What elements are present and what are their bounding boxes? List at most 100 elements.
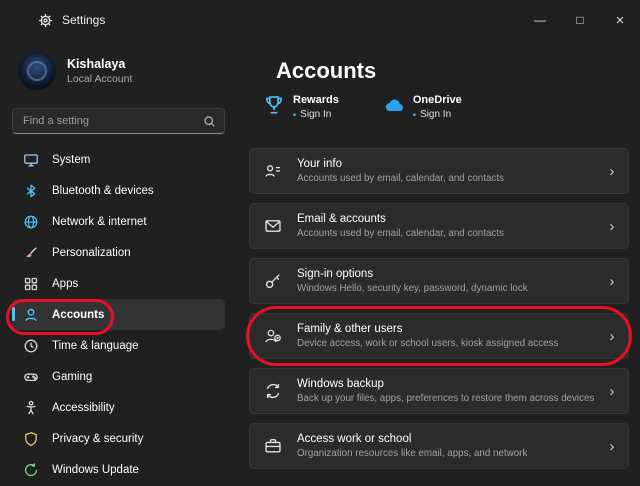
brush-icon	[23, 245, 39, 261]
sidebar-item-gaming[interactable]: Gaming	[12, 361, 225, 392]
sidebar-item-label: Apps	[52, 278, 78, 290]
sidebar-item-label: Personalization	[52, 247, 131, 259]
key-icon	[264, 272, 282, 290]
row-text: Windows backup Back up your files, apps,…	[297, 378, 594, 404]
row-title: Email & accounts	[297, 213, 504, 225]
row-subtitle: Windows Hello, security key, password, d…	[297, 283, 528, 294]
sidebar-item-label: Bluetooth & devices	[52, 185, 154, 197]
sidebar-item-personalization[interactable]: Personalization	[12, 237, 225, 268]
globe-icon	[23, 214, 39, 230]
settings-window: Settings — □ × Kishalaya Local Account	[0, 0, 640, 486]
sidebar-item-time-language[interactable]: Time & language	[12, 330, 225, 361]
onedrive-text: OneDrive • Sign In	[413, 94, 462, 120]
row-title: Access work or school	[297, 433, 527, 445]
titlebar: Settings — □ ×	[0, 0, 640, 40]
chevron-right-icon: ›	[609, 329, 614, 344]
row-subtitle: Device access, work or school users, kio…	[297, 338, 558, 349]
chevron-right-icon: ›	[609, 219, 614, 234]
onedrive-label: OneDrive	[413, 94, 462, 106]
chevron-right-icon: ›	[609, 384, 614, 399]
row-subtitle: Organization resources like email, apps,…	[297, 448, 527, 459]
search-icon	[203, 115, 216, 128]
row-text: Your info Accounts used by email, calend…	[297, 158, 504, 184]
chevron-right-icon: ›	[609, 164, 614, 179]
sidebar-item-network-internet[interactable]: Network & internet	[12, 206, 225, 237]
window-body: Kishalaya Local Account	[0, 40, 640, 486]
row-text: Sign-in options Windows Hello, security …	[297, 268, 528, 294]
sidebar-item-label: System	[52, 154, 90, 166]
account-header[interactable]: Kishalaya Local Account	[18, 52, 225, 90]
bullet-icon: •	[413, 110, 416, 120]
gamepad-icon	[23, 369, 39, 385]
sidebar-item-label: Time & language	[52, 340, 139, 352]
row-title: Sign-in options	[297, 268, 528, 280]
rewards-promo[interactable]: Rewards • Sign In	[263, 94, 339, 120]
briefcase-icon	[264, 437, 282, 455]
rewards-signin[interactable]: • Sign In	[293, 109, 339, 120]
bluetooth-icon	[23, 183, 39, 199]
settings-row-email-accounts[interactable]: Email & accounts Accounts used by email,…	[249, 203, 629, 249]
person-icon	[23, 307, 39, 323]
sidebar-item-label: Gaming	[52, 371, 92, 383]
minimize-button[interactable]: —	[520, 0, 560, 40]
sidebar-item-label: Accessibility	[52, 402, 115, 414]
row-text: Access work or school Organization resou…	[297, 433, 527, 459]
sync-arrows-icon	[264, 382, 282, 400]
promo-row: Rewards • Sign In OneDrive	[263, 94, 629, 120]
bullet-icon: •	[293, 110, 296, 120]
accessibility-icon	[23, 400, 39, 416]
row-title: Windows backup	[297, 378, 594, 390]
page-title: Accounts	[276, 58, 629, 84]
row-text: Email & accounts Accounts used by email,…	[297, 213, 504, 239]
sidebar-item-label: Windows Update	[52, 464, 139, 476]
shield-icon	[23, 431, 39, 447]
sidebar-item-privacy-security[interactable]: Privacy & security	[12, 423, 225, 454]
settings-row-signin-options[interactable]: Sign-in options Windows Hello, security …	[249, 258, 629, 304]
sidebar-item-apps[interactable]: Apps	[12, 268, 225, 299]
rewards-label: Rewards	[293, 94, 339, 106]
sidebar-item-label: Privacy & security	[52, 433, 143, 445]
gear-icon	[38, 13, 53, 28]
search-box	[12, 108, 225, 134]
chevron-right-icon: ›	[609, 274, 614, 289]
row-title: Your info	[297, 158, 504, 170]
contact-card-icon	[264, 162, 282, 180]
settings-row-access-work-school[interactable]: Access work or school Organization resou…	[249, 423, 629, 469]
signin-link[interactable]: Sign In	[420, 109, 451, 120]
sidebar-item-label: Accounts	[52, 309, 104, 321]
sidebar-item-accessibility[interactable]: Accessibility	[12, 392, 225, 423]
account-text: Kishalaya Local Account	[67, 57, 132, 85]
settings-row-your-info[interactable]: Your info Accounts used by email, calend…	[249, 148, 629, 194]
main-content: Accounts Rewards • Sign In	[237, 40, 640, 486]
settings-row-family-other-users[interactable]: Family & other users Device access, work…	[249, 313, 629, 359]
settings-row-windows-backup[interactable]: Windows backup Back up your files, apps,…	[249, 368, 629, 414]
sidebar-item-bluetooth-devices[interactable]: Bluetooth & devices	[12, 175, 225, 206]
sidebar-item-system[interactable]: System	[12, 144, 225, 175]
row-text: Family & other users Device access, work…	[297, 323, 558, 349]
close-button[interactable]: ×	[600, 0, 640, 40]
update-arrows-icon	[23, 462, 39, 478]
window-controls: — □ ×	[520, 0, 640, 40]
cloud-icon	[383, 94, 405, 116]
settings-list: Your info Accounts used by email, calend…	[249, 148, 629, 469]
people-add-icon	[264, 327, 282, 345]
row-subtitle: Accounts used by email, calendar, and co…	[297, 173, 504, 184]
onedrive-signin[interactable]: • Sign In	[413, 109, 462, 120]
sidebar-item-accounts[interactable]: Accounts	[12, 299, 225, 330]
search-input[interactable]	[21, 114, 197, 128]
titlebar-app: Settings	[0, 13, 105, 28]
envelope-icon	[264, 217, 282, 235]
sidebar-item-windows-update[interactable]: Windows Update	[12, 454, 225, 485]
maximize-button[interactable]: □	[560, 0, 600, 40]
sidebar: Kishalaya Local Account	[0, 40, 237, 486]
clock-icon	[23, 338, 39, 354]
onedrive-promo[interactable]: OneDrive • Sign In	[383, 94, 462, 120]
rewards-text: Rewards • Sign In	[293, 94, 339, 120]
system-icon	[23, 152, 39, 168]
row-subtitle: Back up your files, apps, preferences to…	[297, 393, 594, 404]
user-account-type: Local Account	[67, 73, 132, 85]
signin-link[interactable]: Sign In	[300, 109, 331, 120]
sidebar-nav: System Bluetooth & devices Network & i	[12, 144, 225, 485]
apps-grid-icon	[23, 276, 39, 292]
sidebar-item-label: Network & internet	[52, 216, 147, 228]
